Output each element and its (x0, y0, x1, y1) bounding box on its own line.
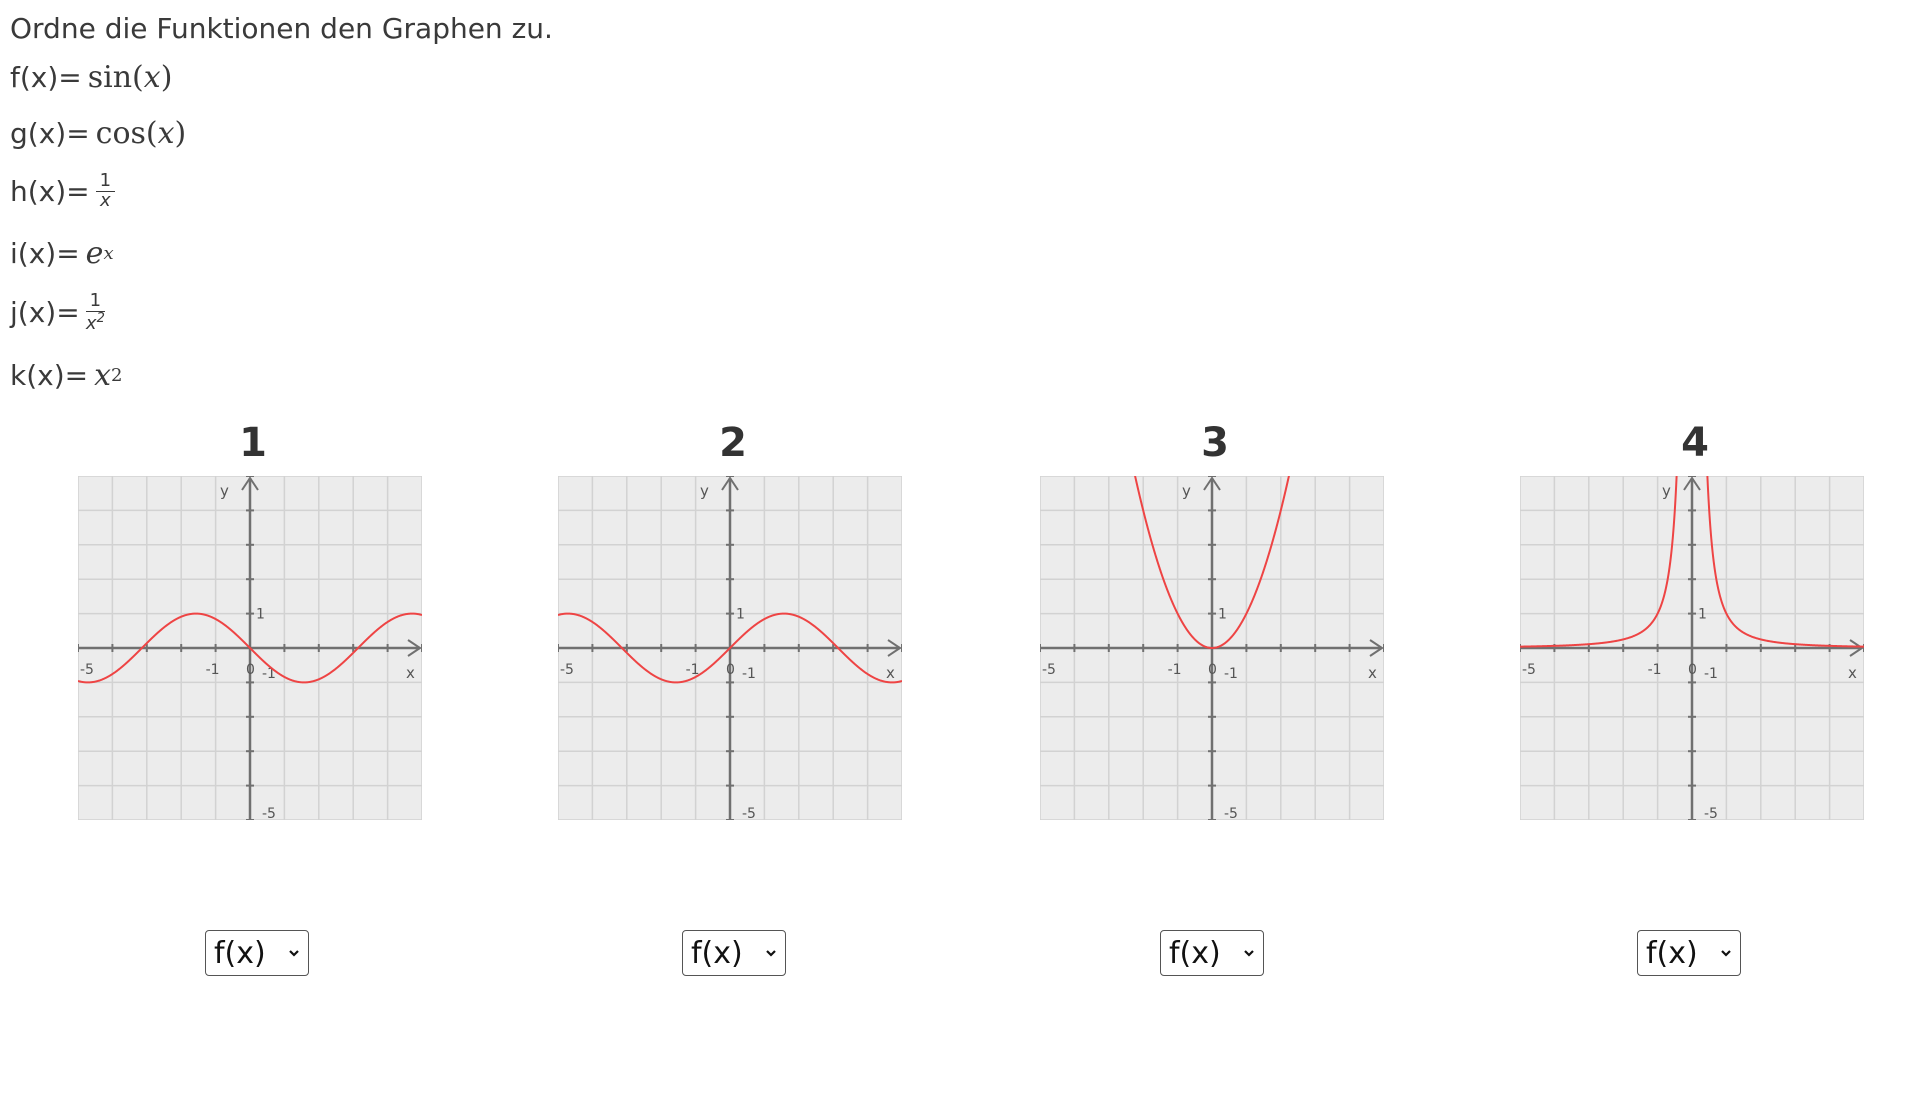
graph-3-plot: -5 -1 0 1 -1 -5 x y (1040, 476, 1384, 820)
y-axis-label: y (1662, 482, 1671, 500)
graph-1-function-select[interactable]: f(x) (205, 930, 309, 976)
x-tick-label: -5 (1522, 662, 1536, 678)
y-tick-label: 1 (736, 607, 745, 623)
y-axis-label: y (700, 482, 709, 500)
x-tick-label: 0 (1688, 662, 1697, 678)
y-axis-label: y (1182, 482, 1191, 500)
function-expression: sin(x) (87, 60, 173, 95)
chevron-down-icon (1244, 950, 1254, 957)
function-j: j(x)= 1 x2 (10, 290, 106, 334)
x-tick-label: 0 (1208, 662, 1217, 678)
selected-value: f(x) (691, 935, 743, 971)
x-tick-label: -5 (560, 662, 574, 678)
selected-value: f(x) (1169, 935, 1221, 971)
y-tick-label: 1 (256, 607, 265, 623)
function-label: i(x)= (10, 237, 80, 270)
x-tick-label: 0 (726, 662, 735, 678)
function-label: k(x)= (10, 359, 89, 392)
x-axis-label: x (1368, 664, 1377, 682)
x-tick-label: -1 (1648, 662, 1662, 678)
function-k: k(x)= x2 (10, 358, 122, 393)
function-label: g(x)= (10, 117, 90, 150)
y-tick-label: -5 (742, 806, 756, 820)
graph-panel-1: 1 -5 -1 0 1 -1 -5 x y (78, 418, 422, 820)
function-g: g(x)= cos(x) (10, 116, 186, 151)
y-tick-label: -5 (1224, 806, 1238, 820)
y-tick-label: 1 (1218, 607, 1227, 623)
chevron-down-icon (1721, 950, 1731, 957)
function-h: h(x)= 1x (10, 171, 116, 211)
x-axis-label: x (406, 664, 415, 682)
chevron-down-icon (289, 950, 299, 957)
task-prompt: Ordne die Funktionen den Graphen zu. (10, 12, 553, 45)
y-tick-label: -1 (742, 666, 756, 682)
y-tick-label: -1 (262, 666, 276, 682)
x-tick-label: -5 (80, 662, 94, 678)
graph-panel-4: 4 -5 -1 0 1 -1 -5 x y (1520, 418, 1864, 820)
function-label: h(x)= (10, 174, 90, 208)
function-expression: x2 (94, 358, 123, 393)
function-label: f(x)= (10, 61, 82, 94)
function-expression: 1 x2 (85, 290, 106, 334)
x-axis-label: x (1848, 664, 1857, 682)
graph-2-plot: -5 -1 01-1-5xy (558, 476, 902, 820)
graph-1-plot: -5 -1 0 1 -1 -5 x y (78, 476, 422, 820)
x-tick-label: -5 (1042, 662, 1056, 678)
graph-2-function-select[interactable]: f(x) (682, 930, 786, 976)
selected-value: f(x) (1646, 935, 1698, 971)
y-tick-label: -1 (1704, 666, 1718, 682)
function-f: f(x)= sin(x) (10, 60, 172, 95)
graph-4-plot: -5 -1 0 1 -1 -5 x y (1520, 476, 1864, 820)
function-expression: 1x (95, 171, 116, 211)
graph-4-function-select[interactable]: f(x) (1637, 930, 1741, 976)
x-tick-label: -1 (206, 662, 220, 678)
graph-panel-2: 2 -5 -1 0 1 -1 -5 x y (558, 418, 902, 820)
function-expression: ex (85, 236, 114, 271)
graph-number: 1 (239, 420, 267, 466)
graph-number: 3 (1201, 420, 1229, 466)
graph-number: 2 (719, 420, 747, 466)
y-tick-label: -1 (1224, 666, 1238, 682)
graph-number: 4 (1681, 420, 1709, 466)
page: Ordne die Funktionen den Graphen zu. f(x… (0, 0, 1920, 1098)
x-tick-label: 0 (246, 662, 255, 678)
function-expression: cos(x) (95, 116, 187, 151)
function-i: i(x)= ex (10, 236, 114, 271)
x-axis-label: x (886, 664, 895, 682)
y-tick-label: -5 (1704, 806, 1718, 820)
chevron-down-icon (766, 950, 776, 957)
selected-value: f(x) (214, 935, 266, 971)
graph-panel-3: 3 -5 -1 0 1 -1 -5 x y (1040, 418, 1384, 820)
graph-3-function-select[interactable]: f(x) (1160, 930, 1264, 976)
y-axis-label: y (220, 482, 229, 500)
function-label: j(x)= (10, 296, 80, 330)
x-tick-label: -1 (1168, 662, 1182, 678)
y-tick-label: 1 (1698, 607, 1707, 623)
y-tick-label: -5 (262, 806, 276, 820)
